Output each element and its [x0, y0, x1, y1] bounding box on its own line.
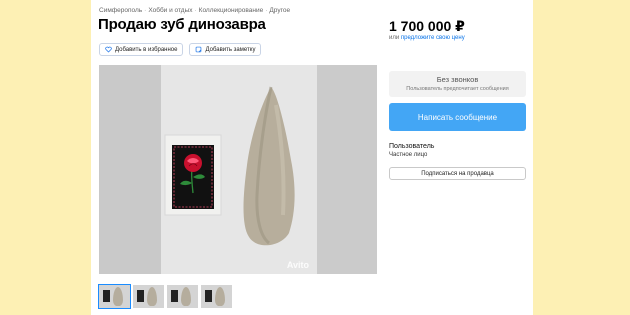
price-offer-line: или предложите свою цену: [389, 35, 465, 41]
no-calls-notice: Без звонков Пользователь предпочитает со…: [389, 71, 526, 97]
listing-page: Симферополь · Хобби и отдых · Коллекциониров…: [91, 0, 533, 315]
main-photo[interactable]: Avito: [161, 65, 317, 274]
thumbnail[interactable]: [98, 284, 131, 309]
breadcrumb-item[interactable]: Коллекционирование: [199, 7, 264, 14]
breadcrumb-item[interactable]: Хобби и отдых: [148, 7, 192, 14]
price-or-text: или: [389, 35, 401, 41]
listing-actions: Добавить в избранное Добавить заметку: [99, 43, 262, 56]
photo-content: [161, 65, 317, 274]
add-favorite-button[interactable]: Добавить в избранное: [99, 43, 184, 56]
breadcrumb-separator: ·: [194, 7, 197, 14]
thumbnail[interactable]: [201, 285, 232, 308]
add-favorite-label: Добавить в избранное: [115, 46, 178, 53]
seller-type: Частное лицо: [389, 152, 428, 158]
offer-price-link[interactable]: предложите свою цену: [401, 35, 465, 41]
gallery-blur-left: [99, 65, 161, 274]
thumbnail[interactable]: [167, 285, 198, 308]
subscribe-seller-button[interactable]: Подписаться на продавца: [389, 167, 526, 180]
breadcrumb-separator: ·: [144, 7, 147, 14]
thumbnail[interactable]: [133, 285, 164, 308]
thumbnail-strip: [98, 284, 232, 309]
photo-gallery[interactable]: Avito: [99, 65, 377, 274]
breadcrumb-item[interactable]: Симферополь: [99, 7, 142, 14]
note-icon: [196, 46, 202, 53]
price: 1 700 000 ₽: [389, 18, 465, 34]
breadcrumb-item[interactable]: Другое: [269, 7, 290, 14]
page-title: Продаю зуб динозавра: [98, 16, 266, 33]
matchbox-image: [164, 134, 222, 216]
add-note-label: Добавить заметку: [205, 46, 256, 53]
no-calls-subtitle: Пользователь предпочитает сообщения: [406, 86, 509, 92]
heart-icon: [105, 46, 112, 53]
gallery-blur-right: [317, 65, 377, 274]
add-note-button[interactable]: Добавить заметку: [189, 43, 262, 56]
breadcrumb: Симферополь · Хобби и отдых · Коллекциониров…: [99, 7, 290, 14]
seller-name[interactable]: Пользователь: [389, 143, 434, 150]
write-message-button[interactable]: Написать сообщение: [389, 103, 526, 131]
no-calls-title: Без звонков: [436, 75, 479, 84]
avito-watermark: Avito: [286, 260, 309, 270]
breadcrumb-separator: ·: [265, 7, 268, 14]
